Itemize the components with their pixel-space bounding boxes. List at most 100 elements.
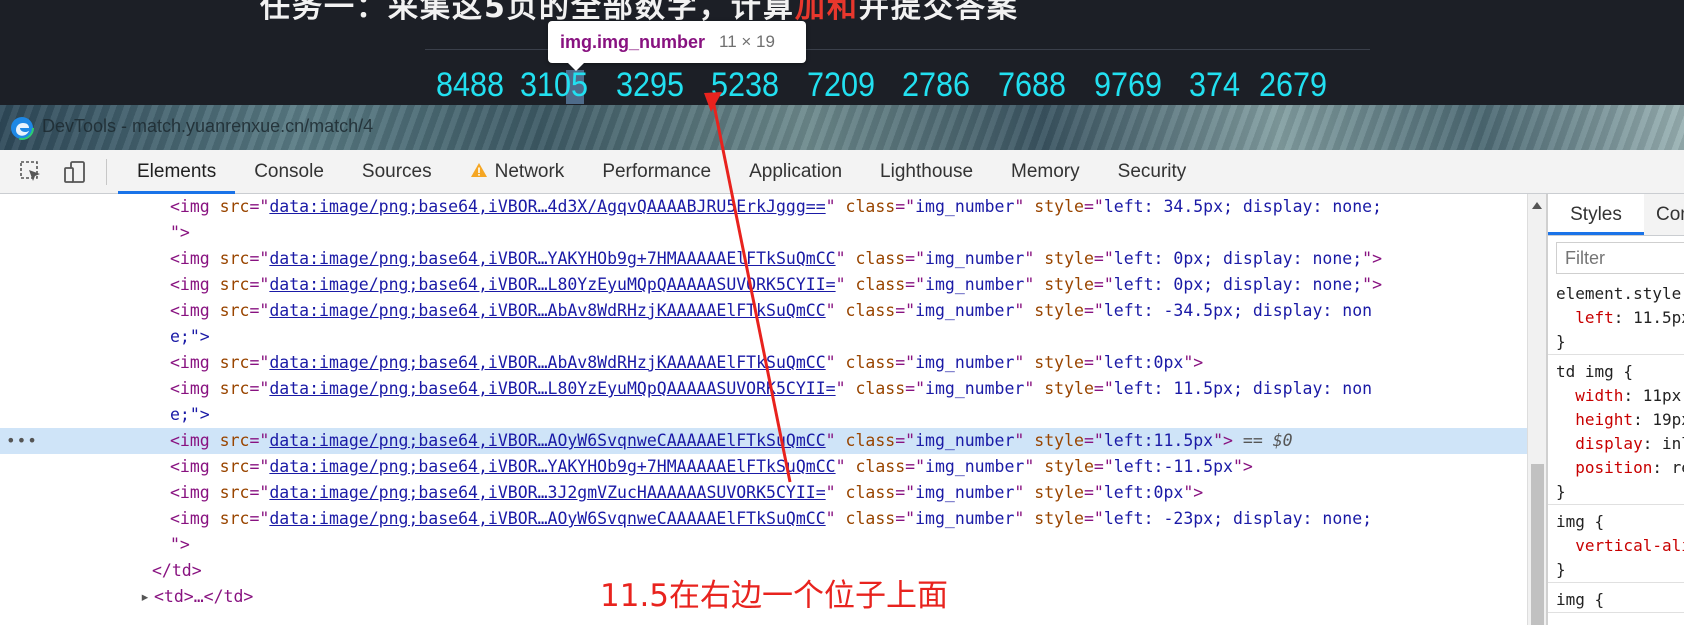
- webpage-area: 任务一：采集这5页的全部数字，计算加和并提交答案 8488 3105 3295 523…: [0, 0, 1684, 105]
- property-value: inline-block;: [1661, 434, 1684, 453]
- tab-network[interactable]: Network: [451, 150, 584, 194]
- dom-node-img[interactable]: <img src="data:image/png;base64,iVBOR…4d…: [0, 194, 1527, 220]
- class-value: img_number: [915, 431, 1015, 450]
- class-value: img_number: [915, 353, 1015, 372]
- elements-scrollbar[interactable]: [1527, 194, 1546, 625]
- rule-property[interactable]: width: 11px;: [1548, 384, 1684, 408]
- src-link[interactable]: data:image/png;base64,iVBOR…4d3X/AgqvQAA…: [269, 197, 825, 216]
- property-value: 11.5px;: [1633, 308, 1684, 327]
- window-title: DevTools - match.yuanrenxue.cn/match/4: [42, 116, 374, 136]
- close-td-tag: </td>: [152, 561, 202, 580]
- tab-label: Performance: [602, 161, 712, 182]
- src-link[interactable]: data:image/png;base64,iVBOR…3J2gmVZucHAA…: [269, 483, 825, 502]
- property-value: 11px;: [1642, 386, 1684, 405]
- inspect-tooltip: img.img_number 11 × 19: [548, 21, 806, 71]
- dom-node-wrap: e;">: [0, 324, 1527, 350]
- rule-selector: img {: [1556, 590, 1605, 609]
- property-name: position: [1575, 458, 1653, 477]
- tab-application[interactable]: Application: [730, 150, 861, 194]
- expand-triangle-icon[interactable]: ▸: [140, 584, 150, 610]
- rule-property[interactable]: position: relative;: [1548, 456, 1684, 480]
- src-link[interactable]: data:image/png;base64,iVBOR…YAKYHOb9g+7H…: [269, 249, 835, 268]
- src-link[interactable]: data:image/png;base64,iVBOR…L80YzEyuMQpQ…: [269, 275, 835, 294]
- number-value: 7688: [998, 66, 1067, 104]
- wrap-text: e;">: [170, 327, 210, 346]
- tab-performance[interactable]: Performance: [583, 150, 730, 194]
- scroll-thumb[interactable]: [1531, 464, 1544, 625]
- style-rule[interactable]: img { vertical-align: middle;}: [1548, 510, 1684, 583]
- elements-tree[interactable]: <img src="data:image/png;base64,iVBOR…4d…: [0, 194, 1527, 625]
- dom-node-img[interactable]: <img src="data:image/png;base64,iVBOR…L8…: [0, 376, 1527, 402]
- class-value: img_number: [925, 379, 1025, 398]
- style-value: left:-11.5px: [1113, 457, 1233, 476]
- tab-label: Elements: [137, 161, 217, 182]
- style-rule[interactable]: img {: [1548, 588, 1684, 613]
- tab-lighthouse[interactable]: Lighthouse: [861, 150, 992, 194]
- rule-property[interactable]: vertical-align: middle;: [1548, 534, 1684, 558]
- dom-node-img[interactable]: <img src="data:image/png;base64,iVBOR…AO…: [0, 506, 1527, 532]
- tab-computed[interactable]: Computed: [1656, 194, 1684, 235]
- dom-node-img[interactable]: <img src="data:image/png;base64,iVBOR…3J…: [0, 480, 1527, 506]
- tab-console[interactable]: Console: [235, 150, 343, 194]
- style-value: left:11.5px: [1103, 431, 1214, 450]
- style-value: left: 0px; display: none;: [1113, 249, 1363, 268]
- dom-node-wrap: ">: [170, 223, 190, 242]
- tab-elements[interactable]: Elements: [118, 150, 236, 194]
- rule-property[interactable]: left: 11.5px;: [1548, 306, 1684, 330]
- tab-memory[interactable]: Memory: [992, 150, 1099, 194]
- src-link[interactable]: data:image/png;base64,iVBOR…YAKYHOb9g+7H…: [269, 457, 835, 476]
- rule-property[interactable]: display: inline-block;: [1548, 432, 1684, 456]
- style-rule[interactable]: element.style { left: 11.5px;}: [1548, 282, 1684, 355]
- rule-selector: td img {: [1556, 362, 1634, 381]
- tab-sources[interactable]: Sources: [343, 150, 451, 194]
- class-value: img_number: [915, 197, 1015, 216]
- number-value: 8488: [436, 66, 505, 104]
- property-name: left: [1575, 308, 1614, 327]
- select-element-icon[interactable]: [18, 159, 44, 185]
- tooltip-dimensions: 11 × 19: [719, 32, 775, 51]
- src-link[interactable]: data:image/png;base64,iVBOR…AOyW6SvqnweC…: [269, 431, 825, 450]
- number-value: 374: [1189, 66, 1241, 104]
- edge-logo-icon: [10, 116, 34, 140]
- dom-node-img[interactable]: <img src="data:image/png;base64,iVBOR…Ab…: [0, 350, 1527, 376]
- dom-node-img[interactable]: <img src="data:image/png;base64,iVBOR…L8…: [0, 272, 1527, 298]
- number-value: 7209: [807, 66, 876, 104]
- number-value: 3295: [616, 66, 685, 104]
- styles-filter-input[interactable]: Filter: [1556, 242, 1684, 274]
- dom-node-img[interactable]: ••• <img src="data:image/png;base64,iVBOR…: [0, 428, 1527, 454]
- class-value: img_number: [925, 249, 1025, 268]
- style-rule[interactable]: td img { width: 11px; height: 19px; disp…: [1548, 360, 1684, 505]
- style-value: left:0px: [1103, 483, 1184, 502]
- rule-close: }: [1556, 332, 1566, 351]
- number-value: 2786: [902, 66, 971, 104]
- window-title-bar[interactable]: DevTools - match.yuanrenxue.cn/match/4: [0, 105, 1684, 150]
- tab-label: Sources: [361, 161, 432, 182]
- class-value: img_number: [925, 275, 1025, 294]
- device-toolbar-icon[interactable]: [62, 159, 88, 185]
- property-name: width: [1575, 386, 1624, 405]
- wrap-text: e;">: [170, 405, 210, 424]
- class-value: img_number: [915, 509, 1015, 528]
- styles-tabs: Styles Computed: [1548, 194, 1684, 236]
- src-link[interactable]: data:image/png;base64,iVBOR…AbAv8WdRHzjK…: [269, 301, 825, 320]
- src-link[interactable]: data:image/png;base64,iVBOR…AbAv8WdRHzjK…: [269, 353, 825, 372]
- dom-node-img[interactable]: <img src="data:image/png;base64,iVBOR…YA…: [0, 454, 1527, 480]
- toolbar-divider: [106, 159, 107, 185]
- style-value: left: 34.5px; display: none;: [1103, 197, 1382, 216]
- dom-node-wrap: e;">: [0, 402, 1527, 428]
- dom-node-img[interactable]: <img src="data:image/png;base64,iVBOR…YA…: [0, 246, 1527, 272]
- tab-styles[interactable]: Styles: [1548, 194, 1644, 235]
- number-value: 9769: [1094, 66, 1163, 104]
- number-value: 5238: [711, 66, 780, 104]
- scroll-up-icon[interactable]: [1532, 202, 1542, 209]
- warning-icon: [470, 163, 487, 177]
- rule-close: }: [1556, 482, 1566, 501]
- collapsed-td-tag: <td>…</td>: [154, 587, 254, 606]
- src-link[interactable]: data:image/png;base64,iVBOR…AOyW6SvqnweC…: [269, 509, 825, 528]
- tab-security[interactable]: Security: [1099, 150, 1206, 194]
- property-name: display: [1575, 434, 1643, 453]
- rule-property[interactable]: height: 19px;: [1548, 408, 1684, 432]
- dom-node-img[interactable]: <img src="data:image/png;base64,iVBOR…Ab…: [0, 298, 1527, 324]
- node-actions-icon[interactable]: •••: [6, 428, 38, 454]
- src-link[interactable]: data:image/png;base64,iVBOR…L80YzEyuMQpQ…: [269, 379, 835, 398]
